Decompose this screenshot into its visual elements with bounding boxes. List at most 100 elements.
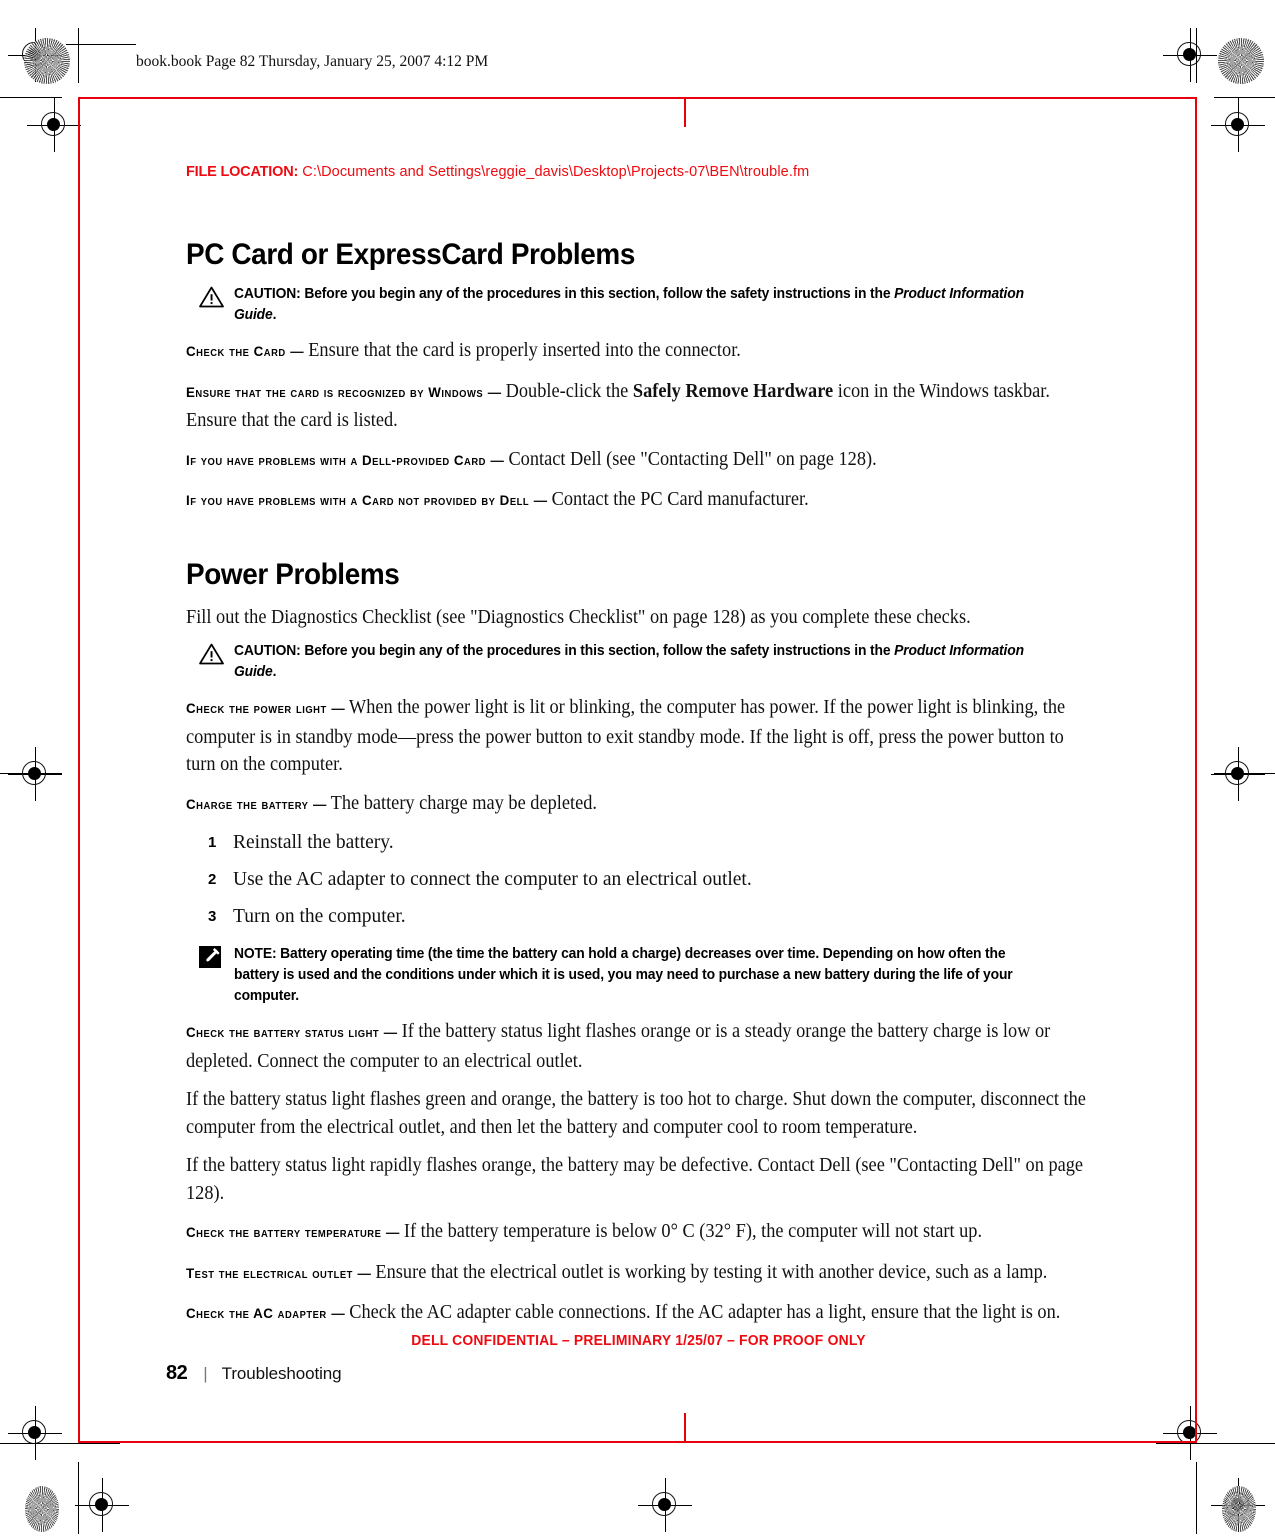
warning-triangle-icon <box>199 284 225 313</box>
chapter-name: Troubleshooting <box>221 1364 342 1383</box>
entry-check-the-ac-adapter: Check the AC adapter — Check the AC adap… <box>186 1299 1088 1329</box>
trim-line-bottom-right-horizontal <box>1156 1443 1275 1445</box>
trim-line-top-right-vertical <box>1196 28 1198 83</box>
page-footer-folio: 82 | Troubleshooting <box>166 1362 342 1385</box>
entry-charge-the-battery: Charge the battery — The battery charge … <box>186 790 1088 820</box>
paragraph-rapid-orange: If the battery status light rapidly flas… <box>186 1155 1084 1204</box>
step-number: 1 <box>208 834 217 851</box>
lead-in-dash: — <box>385 1225 400 1241</box>
trim-line-bottom-left-vertical <box>78 1462 80 1534</box>
entry-text: Check the AC adapter cable connections. … <box>344 1302 1061 1323</box>
charge-battery-steps: 1 Reinstall the battery. 2 Use the AC ad… <box>186 829 1091 930</box>
list-item: 2 Use the AC adapter to connect the comp… <box>208 866 1091 893</box>
entry-check-battery-status-light: Check the battery status light — If the … <box>186 1018 1088 1075</box>
registration-mark-bottom-center <box>638 1478 692 1532</box>
registration-mark-top-right <box>1163 28 1217 82</box>
entry-dell-provided-card: If you have problems with a Dell-provide… <box>186 446 1088 476</box>
entry-check-the-power-light: Check the power light — When the power l… <box>186 694 1088 779</box>
lead-in-dash: — <box>487 384 502 401</box>
note-body: Battery operating time (the time the bat… <box>234 946 1013 1004</box>
print-filename-text: book.book Page 82 Thursday, January 25, … <box>136 53 489 70</box>
proof-tick-bottom-center <box>684 1413 686 1443</box>
lead-in-battery-status-light: Check the battery status light <box>186 1025 380 1041</box>
section-title-power-problems: Power Problems <box>186 557 400 591</box>
note-pencil-icon <box>199 944 225 973</box>
page-number: 82 <box>166 1362 188 1384</box>
entry-text: The battery charge may be depleted. <box>326 792 597 814</box>
color-rosette-bottom-right <box>1222 1486 1256 1532</box>
caution-body: Before you begin any of the procedures i… <box>300 643 895 659</box>
list-item: 1 Reinstall the battery. <box>208 829 1091 856</box>
step-number: 2 <box>208 871 217 888</box>
color-rosette-bottom-left <box>25 1486 59 1532</box>
entry-card-not-provided-by-dell: If you have problems with a Card not pro… <box>186 486 1088 516</box>
lead-in-dash: — <box>331 1306 345 1322</box>
lead-in-test-outlet: Test the electrical outlet <box>186 1265 353 1282</box>
entry-text: Ensure that the electrical outlet is wor… <box>370 1261 1048 1283</box>
registration-mark-bottom-left <box>8 1406 62 1460</box>
lead-in-dash: — <box>331 701 345 717</box>
page-content: FILE LOCATION: C:\Documents and Settings… <box>186 150 1091 1329</box>
lead-in-dash: — <box>357 1265 371 1282</box>
file-location-path: C:\Documents and Settings\reggie_davis\D… <box>302 164 810 180</box>
color-rosette-top-right <box>1218 38 1264 84</box>
color-rosette-top-left <box>24 38 70 84</box>
lead-in-check-the-card: Check the Card <box>186 344 286 360</box>
caution-text: CAUTION: Before you begin any of the pro… <box>234 641 1048 683</box>
trim-line-top-right-horizontal <box>1214 97 1275 99</box>
trim-line-bottom-right-vertical <box>1196 1462 1198 1534</box>
lead-in-card-not-provided: If you have problems with a Card not pro… <box>186 493 530 509</box>
trim-line-top-left-horizontal <box>0 97 62 99</box>
lead-in-check-power-light: Check the power light <box>186 701 327 717</box>
lead-in-card-recognized: Ensure that the card is recognized by Wi… <box>186 384 484 401</box>
note-text: NOTE: Battery operating time (the time t… <box>234 944 1048 1007</box>
caution-label: CAUTION: <box>234 286 301 302</box>
lead-in-dash: — <box>313 796 327 813</box>
lead-in-dash: — <box>490 452 504 469</box>
page-title: PC Card or ExpressCard Problems <box>186 238 635 271</box>
entry-check-battery-temperature: Check the battery temperature — If the b… <box>186 1218 1088 1248</box>
lead-in-dash: — <box>533 493 548 509</box>
entry-text: If the battery temperature is below 0° C… <box>399 1221 983 1242</box>
entry-text: Contact the PC Card manufacturer. <box>547 489 809 510</box>
folio-separator: | <box>203 1364 208 1383</box>
lead-in-dell-provided-card: If you have problems with a Dell-provide… <box>186 452 486 469</box>
caution-body: Before you begin any of the procedures i… <box>300 286 895 302</box>
trim-line-bottom-left-horizontal <box>0 1443 120 1445</box>
caution-label: CAUTION: <box>234 643 301 659</box>
entry-card-recognized-by-windows: Ensure that the card is recognized by Wi… <box>186 378 1088 435</box>
step-text: Turn on the computer. <box>233 906 406 927</box>
registration-mark-bottom-left-inner <box>75 1478 129 1532</box>
note-label: NOTE: <box>234 946 277 962</box>
lead-in-battery-temperature: Check the battery temperature <box>186 1225 382 1241</box>
caution-text: CAUTION: Before you begin any of the pro… <box>234 284 1048 326</box>
trim-line-mid-right-horizontal <box>1214 773 1275 775</box>
registration-mark-top-left-inner <box>27 98 81 152</box>
list-item: 3 Turn on the computer. <box>208 903 1091 930</box>
lead-in-charge-battery: Charge the battery <box>186 796 309 813</box>
note-block-battery-life: NOTE: Battery operating time (the time t… <box>186 944 1091 1007</box>
file-location-label: FILE LOCATION: <box>186 164 299 180</box>
lead-in-check-ac-adapter: Check the AC adapter <box>186 1306 327 1322</box>
step-number: 3 <box>208 908 217 925</box>
confidential-footer: DELL CONFIDENTIAL – PRELIMINARY 1/25/07 … <box>411 1333 866 1349</box>
filename-rule <box>66 44 136 46</box>
trim-line-top-left-vertical <box>78 28 80 83</box>
file-location-header: FILE LOCATION: C:\Documents and Settings… <box>186 164 1091 180</box>
safely-remove-hardware-term: Safely Remove Hardware <box>632 380 834 402</box>
power-intro-paragraph: Fill out the Diagnostics Checklist (see … <box>186 606 971 628</box>
caution-tail: . <box>272 664 277 680</box>
entry-test-the-electrical-outlet: Test the electrical outlet — Ensure that… <box>186 1259 1088 1289</box>
paragraph-green-and-orange: If the battery status light flashes gree… <box>186 1089 1086 1138</box>
step-text: Use the AC adapter to connect the comput… <box>233 869 752 890</box>
step-text: Reinstall the battery. <box>233 832 394 853</box>
entry-text: Contact Dell (see "Contacting Dell" on p… <box>503 448 877 470</box>
caution-block-power: CAUTION: Before you begin any of the pro… <box>186 641 1091 683</box>
caution-tail: . <box>272 307 277 323</box>
lead-in-dash: — <box>290 344 304 360</box>
warning-triangle-icon <box>199 641 225 670</box>
print-filename-strip: book.book Page 82 Thursday, January 25, … <box>66 44 489 71</box>
proof-tick-top-center <box>684 97 686 127</box>
entry-text: Ensure that the card is properly inserte… <box>303 340 741 361</box>
entry-check-the-card: Check the Card — Ensure that the card is… <box>186 337 1088 367</box>
